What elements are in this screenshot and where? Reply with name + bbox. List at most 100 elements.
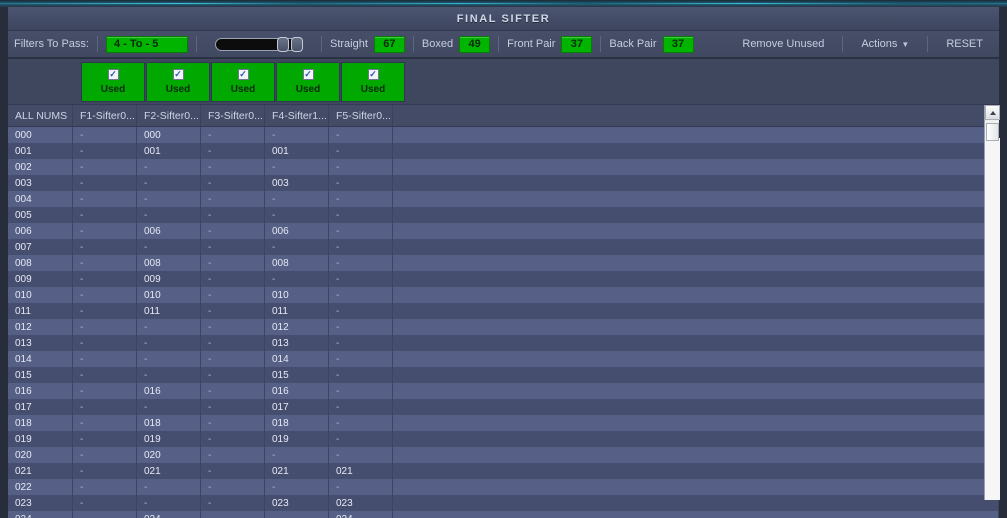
scroll-up-button[interactable] (985, 105, 1000, 120)
used-toggle-f2[interactable]: ✓ Used (146, 61, 210, 102)
table-row[interactable]: 006-006-006- (8, 223, 999, 239)
cell-f4: 006 (265, 223, 329, 239)
table-row[interactable]: 016-016-016- (8, 383, 999, 399)
table-row[interactable]: 000-000- - - (8, 127, 999, 143)
scrollbar-thumb[interactable] (986, 123, 999, 141)
cell-f1: - (73, 143, 137, 159)
table-row[interactable]: 020-020- - - (8, 447, 999, 463)
cell-f2: - (137, 495, 201, 511)
cell-f3: - (201, 335, 265, 351)
table-row[interactable]: 023- - -023 023 (8, 495, 999, 511)
checkbox-icon[interactable]: ✓ (367, 68, 379, 80)
cell-f1: - (73, 303, 137, 319)
reset-button[interactable]: RESET (936, 38, 993, 50)
column-header-f4[interactable]: F4-Sifter1... (265, 105, 329, 126)
cell-f3: - (201, 191, 265, 207)
cell-f5: 021 (329, 463, 393, 479)
used-label: Used (100, 83, 126, 95)
remove-unused-button[interactable]: Remove Unused (732, 38, 834, 50)
table-row[interactable]: 022- - - - - (8, 479, 999, 495)
table-row[interactable]: 007- - - - - (8, 239, 999, 255)
table-row[interactable]: 012- - -012- (8, 319, 999, 335)
cell-f4: 011 (265, 303, 329, 319)
used-toggle-f3[interactable]: ✓ Used (211, 61, 275, 102)
table-row[interactable]: 018-018-018- (8, 415, 999, 431)
table-row[interactable]: 015- - -015- (8, 367, 999, 383)
column-header-f3[interactable]: F3-Sifter0... (201, 105, 265, 126)
table-row[interactable]: 014- - -014- (8, 351, 999, 367)
scrollbar-track[interactable] (985, 138, 1000, 500)
cell-all-nums: 009 (8, 271, 73, 287)
actions-menu-button[interactable]: Actions ▼ (851, 38, 919, 50)
cell-f2: - (137, 335, 201, 351)
table-row[interactable]: 010-010-010- (8, 287, 999, 303)
table-row[interactable]: 001-001-001- (8, 143, 999, 159)
cell-all-nums: 002 (8, 159, 73, 175)
cell-filler (393, 255, 999, 271)
cell-all-nums: 000 (8, 127, 73, 143)
checkbox-icon[interactable]: ✓ (302, 68, 314, 80)
cell-filler (393, 335, 999, 351)
used-row-spacer (16, 59, 81, 104)
used-toggle-f1[interactable]: ✓ Used (81, 61, 145, 102)
cell-filler (393, 383, 999, 399)
cell-all-nums: 011 (8, 303, 73, 319)
cell-f1: - (73, 399, 137, 415)
cell-f2: 006 (137, 223, 201, 239)
slider-handle-max[interactable] (291, 36, 303, 52)
checkbox-icon[interactable]: ✓ (237, 68, 249, 80)
cell-f5: - (329, 399, 393, 415)
column-header-f2[interactable]: F2-Sifter0... (137, 105, 201, 126)
slider-handle-min[interactable] (277, 36, 289, 52)
cell-f2: 008 (137, 255, 201, 271)
table-row[interactable]: 002- - - - - (8, 159, 999, 175)
used-toggle-f5[interactable]: ✓ Used (341, 61, 405, 102)
cell-f5: - (329, 351, 393, 367)
column-header-empty (393, 105, 999, 126)
table-row[interactable]: 005- - - - - (8, 207, 999, 223)
table-row[interactable]: 004- - - - - (8, 191, 999, 207)
table-row[interactable]: 008-008-008- (8, 255, 999, 271)
table-row[interactable]: 011-011-011- (8, 303, 999, 319)
vertical-scrollbar[interactable] (984, 105, 1000, 500)
toolbar-divider (842, 36, 844, 52)
column-header-f1[interactable]: F1-Sifter0... (73, 105, 137, 126)
cell-f1: - (73, 415, 137, 431)
table-row[interactable]: 019-019-019- (8, 431, 999, 447)
filters-range-slider[interactable] (215, 36, 303, 52)
table-row[interactable]: 021-021-021 021 (8, 463, 999, 479)
table-row[interactable]: 024-024--024 (8, 511, 999, 518)
table-row[interactable]: 017- - -017- (8, 399, 999, 415)
table-row[interactable]: 003- - -003- (8, 175, 999, 191)
checkbox-icon[interactable]: ✓ (107, 68, 119, 80)
table-row[interactable]: 013- - -013- (8, 335, 999, 351)
cell-f3: - (201, 479, 265, 495)
cell-f2: 021 (137, 463, 201, 479)
slider-track (215, 37, 303, 51)
page-title: FINAL SIFTER (456, 12, 551, 25)
cell-f4: 013 (265, 335, 329, 351)
cell-f2: 019 (137, 431, 201, 447)
cell-f2: 020 (137, 447, 201, 463)
table-row[interactable]: 009-009- - - (8, 271, 999, 287)
cell-all-nums: 024 (8, 511, 73, 518)
column-header-all-nums[interactable]: ALL NUMS (8, 105, 73, 126)
checkbox-icon[interactable]: ✓ (172, 68, 184, 80)
cell-filler (393, 447, 999, 463)
cell-f1: - (73, 463, 137, 479)
cell-f4: - (265, 447, 329, 463)
cell-f2: 018 (137, 415, 201, 431)
used-toggle-f4[interactable]: ✓ Used (276, 61, 340, 102)
filters-to-pass-value[interactable]: 4 - To - 5 (106, 35, 188, 53)
cell-f4: 015 (265, 367, 329, 383)
cell-filler (393, 415, 999, 431)
cell-f4: - (265, 239, 329, 255)
column-header-f5[interactable]: F5-Sifter0... (329, 105, 393, 126)
cell-f4: 012 (265, 319, 329, 335)
cell-f3: - (201, 447, 265, 463)
cell-filler (393, 319, 999, 335)
cell-all-nums: 019 (8, 431, 73, 447)
boxed-label: Boxed (421, 38, 454, 50)
cell-filler (393, 431, 999, 447)
cell-f2: - (137, 159, 201, 175)
